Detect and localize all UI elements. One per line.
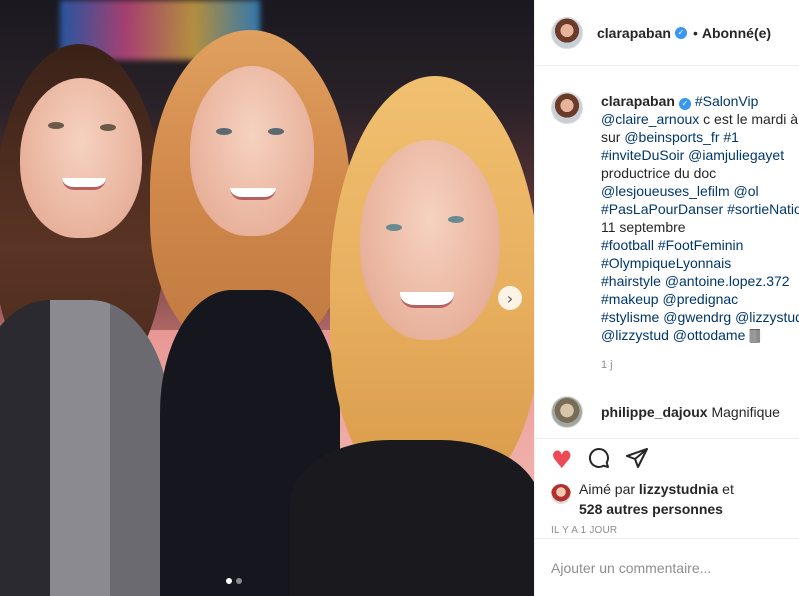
caption-line: #PasLaPourDanser #sortieNationale — [601, 200, 799, 218]
caption-line: sur @beinsports_fr #1 — [601, 128, 799, 146]
caption-line: #hairstyle @antoine.lopez.372 — [601, 272, 799, 290]
likes-summary: Aimé par lizzystudnia et 528 autres pers… — [551, 479, 784, 519]
comment-input[interactable] — [551, 559, 781, 576]
mention-link[interactable]: @lesjoueuses_lefilm — [601, 183, 730, 199]
liker-avatar[interactable] — [551, 484, 571, 504]
mention-link[interactable]: @lizzystud — [601, 327, 669, 343]
caption-text-segment: sur — [601, 129, 625, 145]
action-icons: ♥ — [551, 439, 784, 475]
mention-link[interactable]: @predignac — [662, 291, 738, 307]
caption-line: @claire_arnoux c est le mardi à 21h — [601, 110, 799, 128]
follow-status-button[interactable]: Abonné(e) — [702, 25, 771, 41]
carousel-dot — [226, 578, 232, 584]
hashtag-link[interactable]: #PasLaPourDanser — [601, 201, 723, 217]
mention-link[interactable]: @antoine.lopez.372 — [665, 273, 790, 289]
hashtag-link[interactable]: #makeup — [601, 291, 659, 307]
carousel-dot — [236, 578, 242, 584]
caption-text: clarapaban ✓ #SalonVip @claire_arnoux c es… — [601, 92, 799, 374]
hashtag-link[interactable]: #SalonVip — [695, 93, 759, 109]
post-actions: ♥ Aimé par lizzystudnia et 528 autres pe… — [535, 438, 799, 536]
likes-count-link[interactable]: 528 autres personnes — [579, 501, 723, 517]
caption-line: 11 septembre — [601, 218, 799, 236]
caption-text-segment: productrice du doc — [601, 165, 717, 181]
caption-line: #makeup @predignac — [601, 290, 799, 308]
caption-line: #inviteDuSoir @iamjuliegayet — [601, 146, 799, 164]
commenter-avatar[interactable] — [551, 396, 583, 428]
post-details-panel: clarapaban ✓ • Abonné(e) clarapaban ✓ #Sa… — [534, 0, 799, 596]
mention-link[interactable]: @lizzystudnia — [735, 309, 799, 325]
caption-text-segment: c est le mardi à 21h — [703, 111, 799, 127]
likes-and: et — [722, 481, 734, 497]
caption-text-segment: 🀫 — [745, 327, 761, 343]
share-icon[interactable] — [625, 446, 649, 474]
hashtag-link[interactable]: #hairstyle — [601, 273, 661, 289]
comments-list[interactable]: clarapaban ✓ #SalonVip @claire_arnoux c es… — [535, 66, 799, 438]
caption-line: productrice du doc — [601, 164, 799, 182]
author-avatar[interactable] — [551, 16, 583, 49]
caption-line: clarapaban ✓ #SalonVip — [601, 92, 799, 110]
caption-line: #OlympiqueLyonnais — [601, 254, 799, 272]
add-comment-bar — [535, 538, 799, 596]
hashtag-link[interactable]: #sortieNationale — [727, 201, 799, 217]
mention-link[interactable]: @iamjuliegayet — [688, 147, 784, 163]
carousel-next-button[interactable]: › — [498, 286, 522, 310]
post-timestamp[interactable]: IL Y A 1 JOUR — [551, 525, 784, 536]
post-photo[interactable]: › — [0, 0, 534, 596]
mention-link[interactable]: @beinsports_fr — [624, 129, 719, 145]
hashtag-link[interactable]: #1 — [723, 129, 739, 145]
carousel-dots — [226, 578, 242, 584]
caption-text-segment: 11 septembre — [601, 219, 686, 235]
likes-prefix: Aimé par — [579, 481, 636, 497]
hashtag-link[interactable]: #inviteDuSoir — [601, 147, 684, 163]
caption-line: @lesjoueuses_lefilm @ol — [601, 182, 799, 200]
hashtag-link[interactable]: #stylisme — [601, 309, 659, 325]
mention-link[interactable]: @ol — [734, 183, 759, 199]
caption-line: #stylisme @gwendrg @lizzystudnia — [601, 308, 799, 326]
mention-link[interactable]: @gwendrg — [663, 309, 731, 325]
post-caption: clarapaban ✓ #SalonVip @claire_arnoux c es… — [551, 92, 799, 374]
commenter-username[interactable]: philippe_dajoux — [601, 404, 708, 420]
mention-link[interactable]: @claire_arnoux — [601, 111, 699, 127]
author-username[interactable]: clarapaban — [597, 25, 671, 41]
comment-item: philippe_dajoux Magnifique — [551, 396, 780, 428]
verified-badge-icon: ✓ — [674, 26, 687, 39]
comment-text: Magnifique — [711, 404, 780, 420]
caption-username[interactable]: clarapaban — [601, 93, 675, 109]
mention-link[interactable]: @ottodame — [673, 327, 746, 343]
chevron-right-icon: › — [506, 288, 514, 308]
caption-line: #football #FootFeminin — [601, 236, 799, 254]
separator-dot: • — [692, 24, 698, 41]
comment-icon[interactable] — [587, 446, 611, 474]
caption-age: 1 j — [601, 359, 613, 371]
caption-line: @lizzystud @ottodame 🀫 — [601, 326, 799, 344]
post-header: clarapaban ✓ • Abonné(e) — [535, 0, 799, 66]
hashtag-link[interactable]: #OlympiqueLyonnais — [601, 255, 731, 271]
liker-username[interactable]: lizzystudnia — [639, 481, 718, 497]
caption-author-avatar[interactable] — [551, 92, 583, 124]
hashtag-link[interactable]: #FootFeminin — [658, 237, 744, 253]
heart-icon[interactable]: ♥ — [551, 448, 573, 472]
hashtag-link[interactable]: #football — [601, 237, 654, 253]
verified-badge-icon: ✓ — [678, 98, 691, 110]
